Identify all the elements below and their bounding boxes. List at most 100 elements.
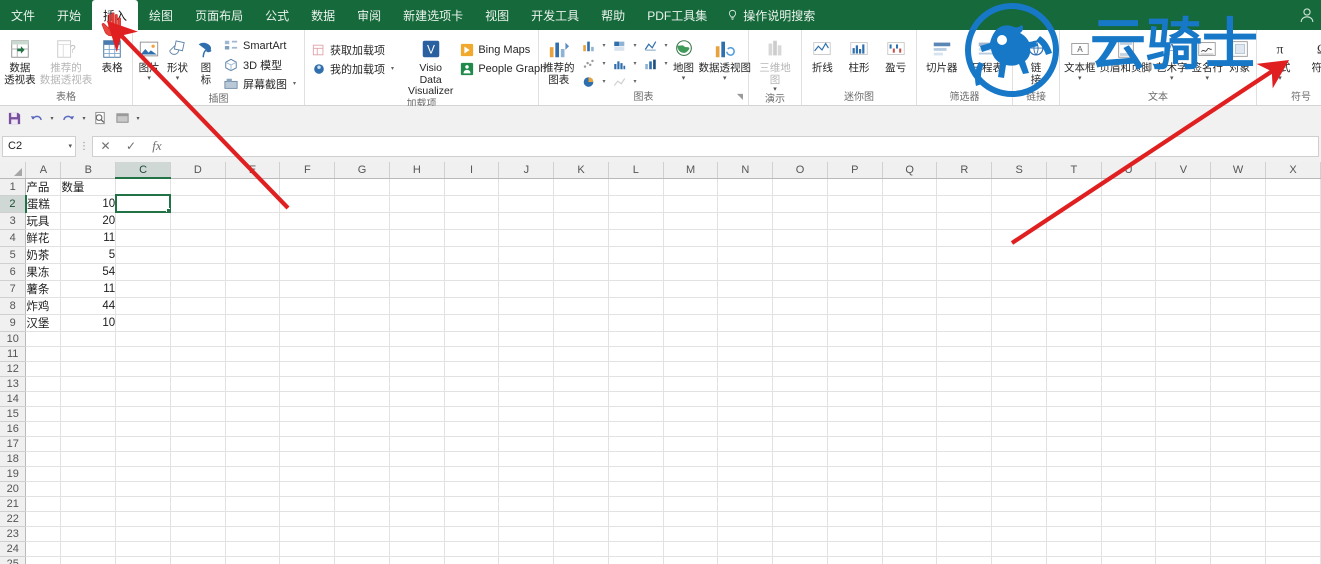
touch-mode-button[interactable]	[112, 108, 132, 128]
cell-N11[interactable]	[717, 346, 774, 362]
cell-T7[interactable]	[1046, 280, 1102, 298]
cell-U10[interactable]	[1101, 331, 1157, 347]
cell-N24[interactable]	[717, 541, 774, 557]
column-header-K[interactable]: K	[553, 162, 609, 179]
cell-I9[interactable]	[444, 314, 500, 332]
cell-D15[interactable]	[170, 406, 226, 422]
cell-P9[interactable]	[827, 314, 883, 332]
row-header-25[interactable]: 25	[0, 556, 27, 564]
cell-J2[interactable]	[498, 195, 555, 213]
cell-M20[interactable]	[663, 481, 719, 497]
cell-W16[interactable]	[1210, 421, 1266, 437]
cell-F23[interactable]	[279, 526, 336, 542]
cell-R13[interactable]	[936, 376, 993, 392]
column-header-E[interactable]: E	[225, 162, 281, 179]
cell-U14[interactable]	[1101, 391, 1157, 407]
people-graph-button[interactable]: People Graph	[456, 59, 549, 78]
cell-O22[interactable]	[772, 511, 828, 527]
cell-M8[interactable]	[663, 297, 719, 315]
row-header-5[interactable]: 5	[0, 246, 27, 264]
cell-L9[interactable]	[608, 314, 664, 332]
cell-X23[interactable]	[1265, 526, 1321, 542]
row-header-20[interactable]: 20	[0, 481, 27, 497]
cell-D1[interactable]	[170, 178, 226, 196]
cell-H5[interactable]	[389, 246, 445, 264]
cell-H9[interactable]	[389, 314, 445, 332]
cell-B23[interactable]	[60, 526, 117, 542]
cell-W18[interactable]	[1210, 451, 1266, 467]
column-header-U[interactable]: U	[1101, 162, 1157, 179]
cell-N13[interactable]	[717, 376, 774, 392]
column-header-L[interactable]: L	[608, 162, 664, 179]
cell-E19[interactable]	[225, 466, 281, 482]
cell-A11[interactable]	[25, 346, 62, 362]
cell-S6[interactable]	[991, 263, 1047, 281]
cell-C3[interactable]	[115, 212, 171, 230]
cell-R11[interactable]	[936, 346, 993, 362]
visio-data-visualizer-button[interactable]: V Visio Data Visualizer	[407, 34, 454, 98]
cell-Q2[interactable]	[882, 195, 938, 213]
cell-F15[interactable]	[279, 406, 336, 422]
cell-D11[interactable]	[170, 346, 226, 362]
cell-V24[interactable]	[1155, 541, 1212, 557]
cell-L8[interactable]	[608, 297, 664, 315]
cell-L7[interactable]	[608, 280, 664, 298]
cell-V20[interactable]	[1155, 481, 1212, 497]
cell-S9[interactable]	[991, 314, 1047, 332]
cell-A24[interactable]	[25, 541, 62, 557]
cell-J8[interactable]	[498, 297, 555, 315]
cell-H15[interactable]	[389, 406, 445, 422]
cell-A9[interactable]: 汉堡	[25, 314, 62, 332]
cell-X25[interactable]	[1265, 556, 1321, 564]
cell-C13[interactable]	[115, 376, 171, 392]
cell-D22[interactable]	[170, 511, 226, 527]
cell-X18[interactable]	[1265, 451, 1321, 467]
undo-dropdown-icon[interactable]: ▾	[48, 115, 56, 122]
cell-K20[interactable]	[553, 481, 609, 497]
smartart-button[interactable]: SmartArt	[221, 36, 301, 55]
cell-F7[interactable]	[279, 280, 336, 298]
cell-X14[interactable]	[1265, 391, 1321, 407]
insert-function-button[interactable]: fx	[144, 135, 170, 157]
cell-M1[interactable]	[663, 178, 719, 196]
column-header-V[interactable]: V	[1155, 162, 1212, 179]
cell-A8[interactable]: 炸鸡	[25, 297, 62, 315]
cell-T19[interactable]	[1046, 466, 1102, 482]
cell-B1[interactable]: 数量	[60, 178, 117, 196]
cell-P14[interactable]	[827, 391, 883, 407]
cell-M14[interactable]	[663, 391, 719, 407]
cell-N9[interactable]	[717, 314, 774, 332]
cell-D8[interactable]	[170, 297, 226, 315]
row-header-1[interactable]: 1	[0, 178, 27, 196]
save-button[interactable]	[4, 108, 24, 128]
cell-C11[interactable]	[115, 346, 171, 362]
column-header-N[interactable]: N	[717, 162, 774, 179]
cell-M6[interactable]	[663, 263, 719, 281]
cell-F22[interactable]	[279, 511, 336, 527]
cell-U17[interactable]	[1101, 436, 1157, 452]
cell-T21[interactable]	[1046, 496, 1102, 512]
column-header-H[interactable]: H	[389, 162, 445, 179]
cell-E11[interactable]	[225, 346, 281, 362]
cell-F8[interactable]	[279, 297, 336, 315]
cell-J21[interactable]	[498, 496, 555, 512]
cell-D13[interactable]	[170, 376, 226, 392]
cell-S25[interactable]	[991, 556, 1047, 564]
pivot-chart-button[interactable]: 数据透视图 ▾	[698, 34, 753, 90]
cell-F6[interactable]	[279, 263, 336, 281]
cell-I7[interactable]	[444, 280, 500, 298]
cell-O6[interactable]	[772, 263, 828, 281]
cell-T13[interactable]	[1046, 376, 1102, 392]
cell-G18[interactable]	[334, 451, 390, 467]
cell-L25[interactable]	[608, 556, 664, 564]
cell-K2[interactable]	[553, 195, 609, 213]
cell-W3[interactable]	[1210, 212, 1266, 230]
cell-K19[interactable]	[553, 466, 609, 482]
cell-S7[interactable]	[991, 280, 1047, 298]
chevron-down-icon[interactable]: ▾	[1170, 75, 1174, 82]
cell-E10[interactable]	[225, 331, 281, 347]
cell-W14[interactable]	[1210, 391, 1266, 407]
cell-L15[interactable]	[608, 406, 664, 422]
cell-P6[interactable]	[827, 263, 883, 281]
cell-I3[interactable]	[444, 212, 500, 230]
